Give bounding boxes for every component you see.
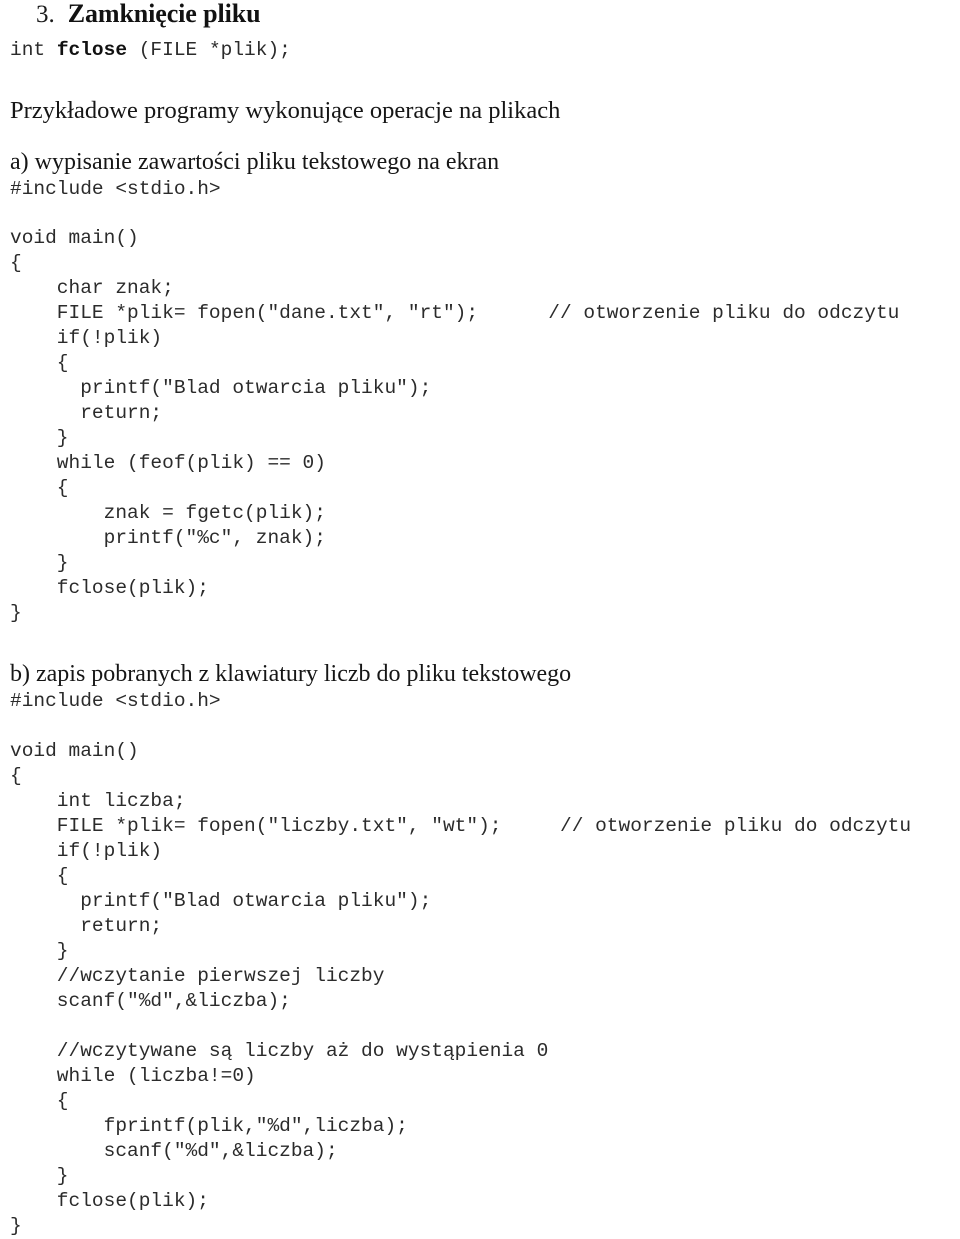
example-a-code: void main() { char znak; FILE *plik= fop… [10,227,900,624]
function-signature: int fclose (FILE *plik); [10,38,950,63]
signature-suffix: (FILE *plik); [127,39,291,61]
section-title: Zamknięcie pliku [67,0,261,28]
example-b-code: void main() { int liczba; FILE *plik= fo… [10,740,912,1237]
signature-function-name: fclose [56,39,128,61]
example-a-heading: a) wypisanie zawartości pliku tekstowego… [10,149,500,175]
examples-intro-heading: Przykładowe programy wykonujące operacje… [10,97,561,124]
section-heading: 3. Zamknięcie pliku [10,0,950,34]
example-b-heading: b) zapis pobranych z klawiatury liczb do… [10,661,572,687]
section-number: 3. [36,1,55,28]
example-a-include: #include <stdio.h> [10,178,221,200]
document-page: 3. Zamknięcie pliku int fclose (FILE *pl… [0,0,960,1237]
example-b-include: #include <stdio.h> [10,690,221,712]
signature-prefix: int [10,39,57,61]
